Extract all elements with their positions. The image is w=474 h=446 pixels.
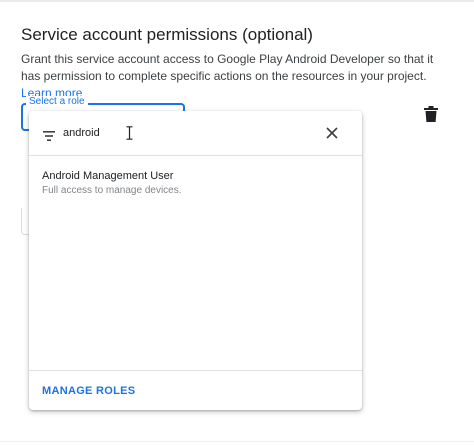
service-account-permissions-page: Service account permissions (optional) G…: [0, 0, 474, 446]
section-title: Service account permissions (optional): [21, 25, 313, 44]
role-option-name: Android Management User: [42, 170, 174, 182]
section-description: Grant this service account access to Goo…: [21, 51, 451, 102]
filter-icon-svg: [43, 131, 55, 141]
bottom-divider: [0, 441, 474, 442]
filter-icon: [43, 128, 55, 141]
text-cursor-icon: [126, 126, 133, 140]
role-option-description: Full access to manage devices.: [42, 185, 182, 196]
role-dropdown: Android Management User Full access to m…: [29, 111, 362, 410]
dropdown-footer-divider: [29, 370, 362, 371]
role-option-android-management-user[interactable]: Android Management User Full access to m…: [29, 163, 362, 199]
role-filter-input[interactable]: [63, 123, 333, 143]
filter-row: [29, 111, 362, 156]
trash-icon-svg: [424, 106, 438, 122]
close-icon-svg: [326, 127, 338, 139]
text-cursor-icon-svg: [126, 126, 133, 140]
role-select-label: Select a role: [26, 96, 88, 108]
trash-icon[interactable]: [424, 106, 438, 122]
top-divider: [0, 0, 474, 2]
close-icon[interactable]: [326, 126, 338, 139]
description-text: Grant this service account access to Goo…: [21, 52, 434, 83]
manage-roles-button[interactable]: MANAGE ROLES: [42, 384, 135, 398]
